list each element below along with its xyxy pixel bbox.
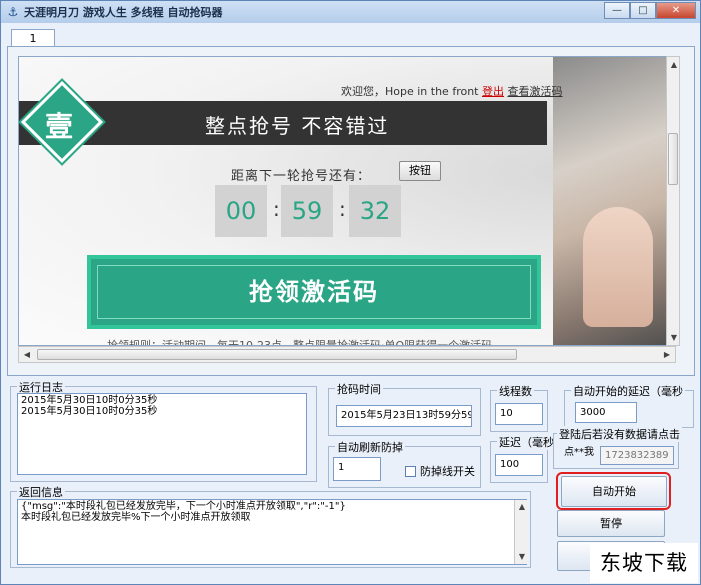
countdown-minutes: 59 [281,185,333,237]
auto-start-delay-input[interactable]: 3000 [575,402,637,423]
delay-input[interactable]: 100 [495,454,543,476]
scroll-down-icon[interactable]: ▼ [667,331,681,344]
watermark: 东坡下载 [590,543,698,583]
threads-group: 线程数 10 [490,383,548,432]
grab-time-input[interactable]: 2015年5月23日13时59分59秒 [336,405,472,427]
scroll-up-icon[interactable]: ▲ [667,58,681,71]
window-title: 天涯明月刀 游戏人生 多线程 自动抢码器 [24,6,223,19]
click-me-button[interactable]: 点**我 [558,443,600,465]
embedded-web-view[interactable]: 欢迎您，Hope in the front 登出 查看激活码 整点抢号 不容错过… [18,56,676,346]
scroll-down-icon[interactable]: ▼ [515,550,529,563]
colon-separator: : [273,197,280,221]
banner-title: 整点抢号 不容错过 [205,114,390,138]
return-info-group: 返回信息 {"msg":"本时段礼包已经发放完毕，下一个小时准点开放领取","r… [10,484,531,568]
tab-panel: 欢迎您，Hope in the front 登出 查看激活码 整点抢号 不容错过… [7,46,695,376]
auto-refresh-label: 自动刷新防掉 [335,439,405,455]
welcome-text: 欢迎您，Hope in the front [341,85,479,98]
title-bar[interactable]: ⚓ 天涯明月刀 游戏人生 多线程 自动抢码器 — □ ✕ [1,1,700,23]
threads-label: 线程数 [497,383,534,399]
welcome-bar: 欢迎您，Hope in the front 登出 查看激活码 [341,83,563,99]
scroll-up-icon[interactable]: ▲ [515,500,529,513]
minimize-button[interactable]: — [604,2,630,19]
hero-artwork [553,57,675,345]
grab-code-button[interactable]: 抢领激活码 [87,255,541,329]
scroll-right-icon[interactable]: ▶ [660,348,674,361]
vertical-scroll-thumb[interactable] [668,133,678,185]
countdown-seconds: 32 [349,185,401,237]
view-codes-link[interactable]: 查看激活码 [508,85,563,98]
countdown-hours: 00 [215,185,267,237]
auto-start-delay-group: 自动开始的延迟（毫秒 3000 [564,383,694,428]
anti-disconnect-checkbox[interactable]: 防掉线开关 [405,463,475,479]
horizontal-scroll-thumb[interactable] [37,349,517,360]
return-info-scrollbar[interactable]: ▲ ▼ [514,500,528,564]
checkbox-box[interactable] [405,465,416,477]
auto-start-delay-label: 自动开始的延迟（毫秒 [571,383,685,399]
return-info-textarea[interactable]: {"msg":"本时段礼包已经发放完毕，下一个小时准点开放领取","r":"-1… [17,499,527,565]
grab-time-label: 抢码时间 [335,381,383,397]
close-button[interactable]: ✕ [656,2,696,19]
delay-label: 延迟（毫秒 [497,434,556,450]
grab-time-group: 抢码时间 2015年5月23日13时59分59秒 [328,381,481,436]
auto-refresh-group: 自动刷新防掉 1 防掉线开关 [328,439,481,488]
scroll-left-icon[interactable]: ◀ [20,348,34,361]
qq-number-input: 1723832389 [600,446,674,465]
horizontal-scrollbar[interactable]: ◀ ▶ [18,346,676,363]
main-window: ⚓ 天涯明月刀 游戏人生 多线程 自动抢码器 — □ ✕ 1 欢迎您，Hope … [0,0,701,585]
pause-button[interactable]: 暂停 [557,510,665,537]
threads-input[interactable]: 10 [495,403,543,425]
maximize-button[interactable]: □ [630,2,656,19]
colon-separator: : [339,197,346,221]
badge-character: 壹 [44,110,73,143]
return-info-label: 返回信息 [17,484,65,500]
anti-disconnect-label: 防掉线开关 [420,465,475,478]
countdown-label: 距离下一轮抢号还有： [231,169,372,184]
app-anchor-icon: ⚓ [7,5,19,19]
delay-group: 延迟（毫秒 100 [490,434,556,483]
login-hint-group: 登陆后若没有数据请点击 点**我 1723832389 [553,426,682,469]
login-hint-label: 登陆后若没有数据请点击 [557,426,682,442]
logout-link[interactable]: 登出 [482,85,504,98]
rules-text: 抢领规则：活动期间，每天10-23点，整点限量抢激活码·单Q限获得一个激活码 [107,339,493,346]
tab-1[interactable]: 1 [11,29,55,47]
vertical-scrollbar[interactable]: ▲ ▼ [666,56,680,346]
page-button[interactable]: 按钮 [399,161,441,181]
run-log-group: 运行日志 2015年5月30日10时0分35秒 2015年5月30日10时0分3… [10,379,317,482]
run-log-textarea[interactable]: 2015年5月30日10时0分35秒 2015年5月30日10时0分35秒 [17,393,307,475]
auto-refresh-input[interactable]: 1 [333,457,381,481]
highlight-box [556,472,671,510]
hand-illustration [583,207,653,327]
